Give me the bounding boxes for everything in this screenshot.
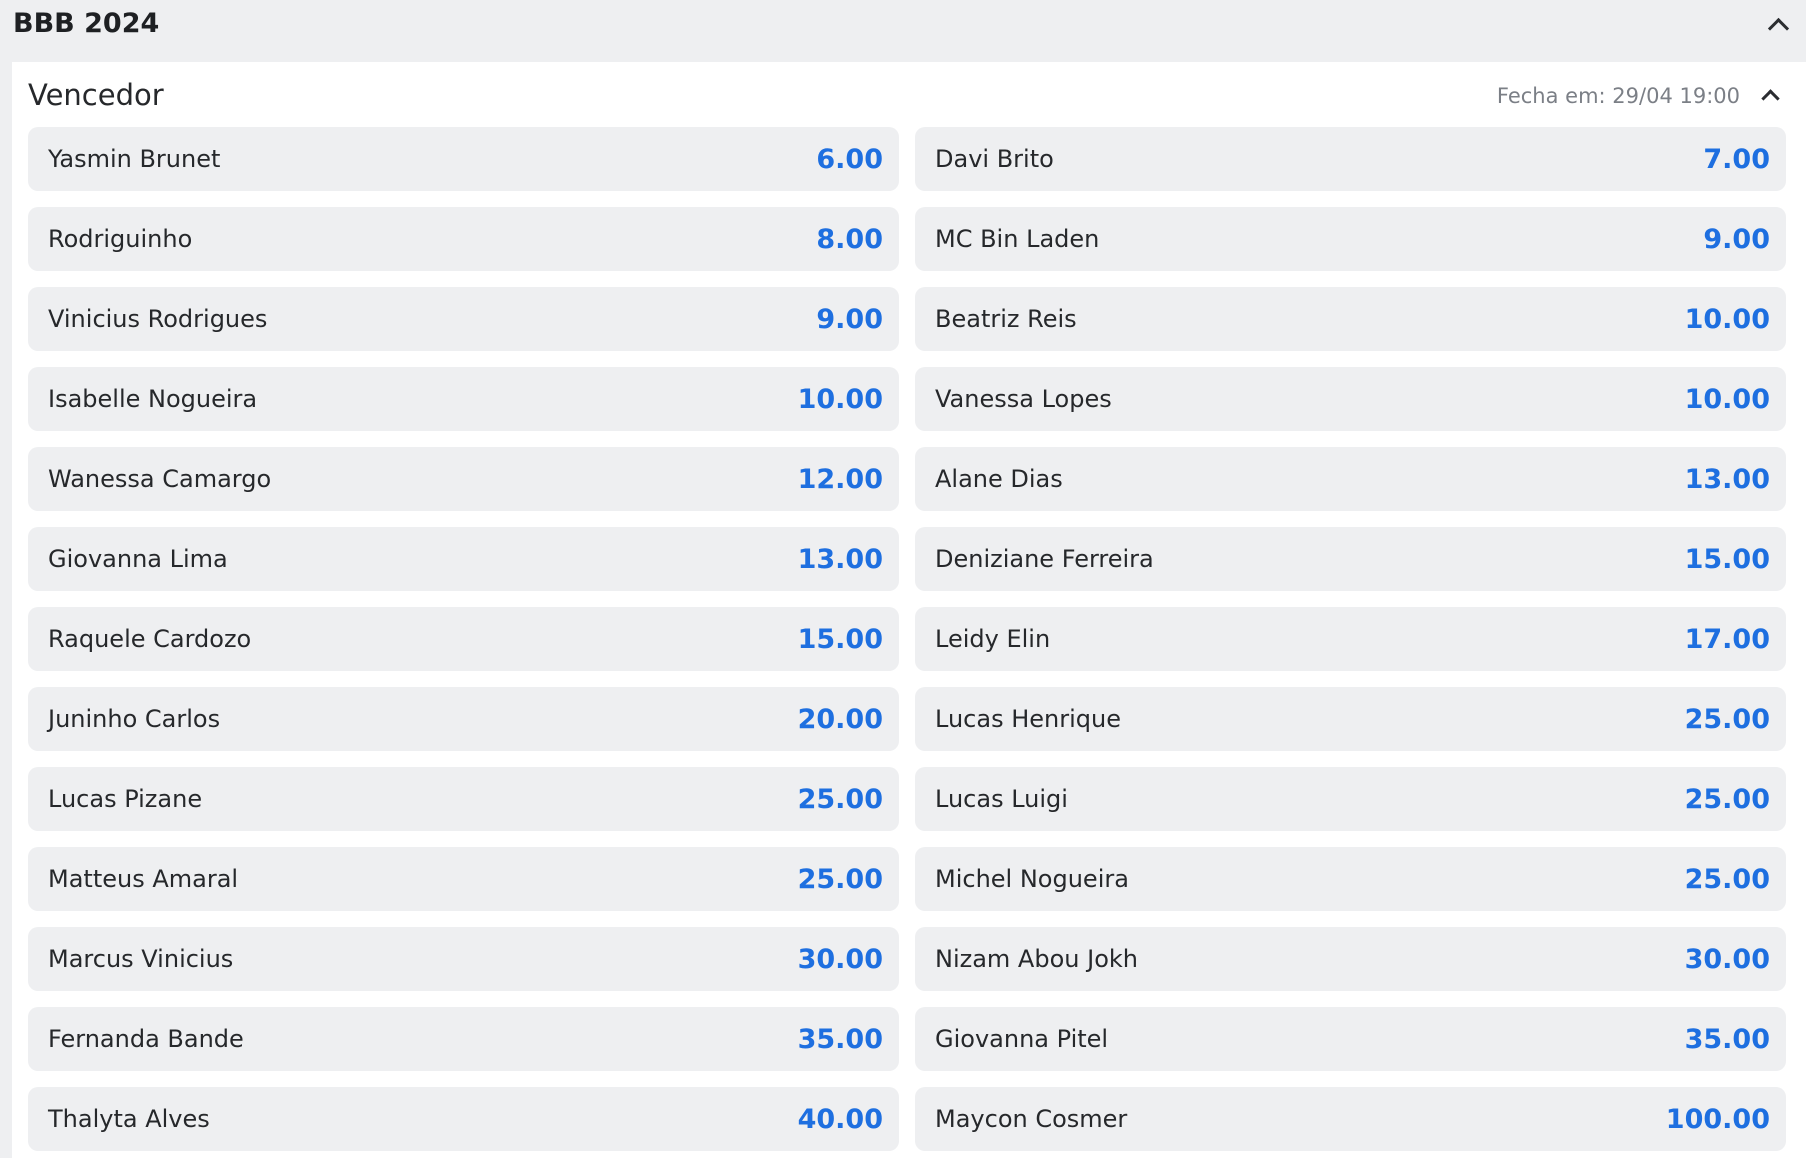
outcome-odds: 100.00	[1665, 1103, 1770, 1135]
outcome-name: Michel Nogueira	[935, 865, 1129, 893]
outcome-odds: 13.00	[1684, 463, 1770, 495]
outcome-button[interactable]: Isabelle Nogueira 10.00	[28, 367, 899, 431]
outcome-name: Nizam Abou Jokh	[935, 945, 1138, 973]
league-header: BBB 2024	[0, 0, 1806, 62]
outcome-odds: 35.00	[1684, 1023, 1770, 1055]
chevron-up-icon	[1767, 17, 1789, 39]
outcome-button[interactable]: Deniziane Ferreira 15.00	[915, 527, 1786, 591]
outcome-button[interactable]: Giovanna Lima 13.00	[28, 527, 899, 591]
outcome-name: Thalyta Alves	[48, 1105, 210, 1133]
outcome-odds: 6.00	[816, 143, 883, 175]
outcome-grid: Yasmin Brunet 6.00 Davi Brito 7.00 Rodriguin…	[28, 127, 1786, 1151]
outcome-name: Lucas Luigi	[935, 785, 1068, 813]
outcome-odds: 9.00	[816, 303, 883, 335]
outcome-button[interactable]: Lucas Luigi 25.00	[915, 767, 1786, 831]
outcome-odds: 10.00	[797, 383, 883, 415]
outcome-button[interactable]: Leidy Elin 17.00	[915, 607, 1786, 671]
outcome-odds: 30.00	[1684, 943, 1770, 975]
outcome-name: Maycon Cosmer	[935, 1105, 1128, 1133]
outcome-button[interactable]: Vanessa Lopes 10.00	[915, 367, 1786, 431]
outcome-button[interactable]: Yasmin Brunet 6.00	[28, 127, 899, 191]
outcome-odds: 20.00	[797, 703, 883, 735]
outcome-odds: 25.00	[797, 783, 883, 815]
outcome-name: Giovanna Lima	[48, 545, 228, 573]
outcome-button[interactable]: Giovanna Pitel 35.00	[915, 1007, 1786, 1071]
outcome-odds: 25.00	[1684, 703, 1770, 735]
outcome-odds: 7.00	[1703, 143, 1770, 175]
outcome-button[interactable]: Lucas Henrique 25.00	[915, 687, 1786, 751]
outcome-name: Vanessa Lopes	[935, 385, 1112, 413]
outcome-name: Fernanda Bande	[48, 1025, 244, 1053]
outcome-odds: 12.00	[797, 463, 883, 495]
outcome-name: Rodriguinho	[48, 225, 193, 253]
market-close-time: Fecha em: 29/04 19:00	[1496, 84, 1740, 108]
outcome-button[interactable]: Vinicius Rodrigues 9.00	[28, 287, 899, 351]
outcome-odds: 40.00	[797, 1103, 883, 1135]
outcome-button[interactable]: Wanessa Camargo 12.00	[28, 447, 899, 511]
outcome-name: Yasmin Brunet	[48, 145, 221, 173]
outcome-button[interactable]: Beatriz Reis 10.00	[915, 287, 1786, 351]
outcome-name: MC Bin Laden	[935, 225, 1100, 253]
outcome-name: Wanessa Camargo	[48, 465, 272, 493]
league-title: BBB 2024	[13, 8, 160, 39]
outcome-odds: 10.00	[1684, 383, 1770, 415]
chevron-up-icon	[1760, 89, 1780, 108]
market-title: Vencedor	[28, 78, 164, 112]
outcome-button[interactable]: Matteus Amaral 25.00	[28, 847, 899, 911]
outcome-odds: 15.00	[1684, 543, 1770, 575]
outcome-odds: 25.00	[797, 863, 883, 895]
outcome-name: Davi Brito	[935, 145, 1054, 173]
outcome-button[interactable]: Fernanda Bande 35.00	[28, 1007, 899, 1071]
outcome-name: Raquele Cardozo	[48, 625, 252, 653]
outcome-name: Isabelle Nogueira	[48, 385, 258, 413]
collapse-league-button[interactable]	[1756, 4, 1800, 44]
outcome-odds: 8.00	[816, 223, 883, 255]
outcome-name: Lucas Pizane	[48, 785, 203, 813]
outcome-odds: 30.00	[797, 943, 883, 975]
outcome-button[interactable]: Raquele Cardozo 15.00	[28, 607, 899, 671]
outcome-name: Beatriz Reis	[935, 305, 1077, 333]
outcome-button[interactable]: Maycon Cosmer 100.00	[915, 1087, 1786, 1151]
outcome-odds: 25.00	[1684, 783, 1770, 815]
outcome-odds: 13.00	[797, 543, 883, 575]
outcome-button[interactable]: Michel Nogueira 25.00	[915, 847, 1786, 911]
outcome-button[interactable]: Marcus Vinicius 30.00	[28, 927, 899, 991]
outcome-name: Lucas Henrique	[935, 705, 1121, 733]
market-panel: Vencedor Fecha em: 29/04 19:00 Yasmin Br…	[12, 62, 1806, 1158]
outcome-button[interactable]: Alane Dias 13.00	[915, 447, 1786, 511]
outcome-button[interactable]: Davi Brito 7.00	[915, 127, 1786, 191]
outcome-name: Vinicius Rodrigues	[48, 305, 268, 333]
outcome-odds: 15.00	[797, 623, 883, 655]
outcome-name: Leidy Elin	[935, 625, 1051, 653]
outcome-odds: 10.00	[1684, 303, 1770, 335]
collapse-market-button[interactable]	[1750, 76, 1790, 114]
outcome-button[interactable]: Thalyta Alves 40.00	[28, 1087, 899, 1151]
outcome-name: Marcus Vinicius	[48, 945, 234, 973]
outcome-button[interactable]: Rodriguinho 8.00	[28, 207, 899, 271]
outcome-odds: 35.00	[797, 1023, 883, 1055]
outcome-name: Matteus Amaral	[48, 865, 239, 893]
outcome-name: Alane Dias	[935, 465, 1063, 493]
outcome-odds: 17.00	[1684, 623, 1770, 655]
outcome-button[interactable]: MC Bin Laden 9.00	[915, 207, 1786, 271]
outcome-odds: 25.00	[1684, 863, 1770, 895]
outcome-button[interactable]: Nizam Abou Jokh 30.00	[915, 927, 1786, 991]
outcome-button[interactable]: Lucas Pizane 25.00	[28, 767, 899, 831]
outcome-name: Deniziane Ferreira	[935, 545, 1154, 573]
outcome-name: Giovanna Pitel	[935, 1025, 1109, 1053]
outcome-button[interactable]: Juninho Carlos 20.00	[28, 687, 899, 751]
outcome-name: Juninho Carlos	[48, 705, 221, 733]
outcome-odds: 9.00	[1703, 223, 1770, 255]
